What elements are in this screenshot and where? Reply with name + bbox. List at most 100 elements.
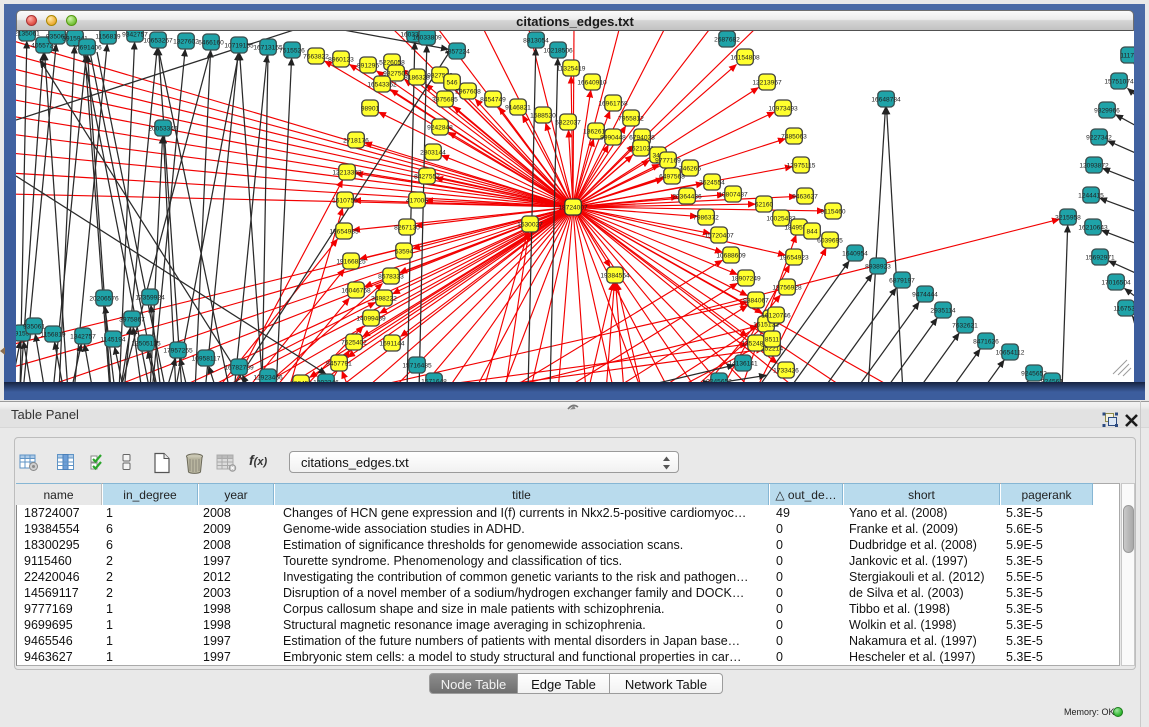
svg-text:19384554: 19384554 (600, 272, 630, 279)
svg-text:10719155: 10719155 (224, 42, 254, 49)
svg-text:16640910: 16640910 (577, 79, 607, 86)
svg-text:2687682: 2687682 (714, 36, 740, 43)
svg-text:19166825: 19166825 (336, 258, 366, 265)
svg-text:12923466: 12923466 (253, 374, 283, 381)
svg-text:10654112: 10654112 (996, 349, 1025, 356)
svg-text:7485063: 7485063 (781, 133, 807, 140)
svg-text:12505135: 12505135 (131, 340, 161, 347)
svg-text:746266: 746266 (679, 165, 701, 172)
svg-text:15692971: 15692971 (1085, 254, 1115, 261)
svg-text:6039695: 6039695 (817, 237, 843, 244)
svg-text:8427552: 8427552 (414, 173, 440, 180)
svg-text:3624554: 3624554 (699, 179, 725, 186)
svg-text:16033809: 16033809 (412, 34, 442, 41)
svg-text:11325419: 11325419 (557, 65, 586, 72)
svg-text:16648784: 16648784 (871, 96, 901, 103)
svg-text:1292346: 1292346 (313, 379, 339, 382)
svg-text:7663822: 7663822 (303, 53, 329, 60)
svg-text:8813054: 8813054 (523, 37, 549, 44)
svg-text:1244415: 1244415 (1078, 192, 1104, 199)
svg-text:19654985: 19654985 (329, 228, 359, 235)
svg-text:9227342: 9227342 (1086, 134, 1112, 141)
svg-text:928450: 928450 (290, 380, 312, 382)
svg-text:10973493: 10973493 (768, 105, 798, 112)
svg-text:8267130: 8267130 (394, 224, 420, 231)
svg-text:6879197: 6879197 (889, 277, 915, 284)
svg-text:3975867: 3975867 (119, 316, 145, 323)
svg-text:16782759: 16782759 (224, 364, 254, 371)
svg-text:12213967: 12213967 (752, 79, 782, 86)
svg-text:1342757: 1342757 (70, 333, 96, 340)
svg-text:16120746: 16120746 (761, 312, 791, 319)
svg-text:9457791: 9457791 (326, 360, 352, 367)
svg-text:7625402: 7625402 (341, 339, 367, 346)
svg-text:6466160: 6466160 (198, 39, 224, 46)
svg-text:8578333: 8578333 (378, 273, 404, 280)
svg-text:7515526: 7515526 (279, 47, 305, 54)
svg-text:15720407: 15720407 (704, 232, 734, 239)
svg-text:844: 844 (806, 228, 817, 235)
svg-text:10218506: 10218506 (543, 47, 573, 54)
svg-text:98901: 98901 (361, 105, 380, 112)
svg-text:9474444: 9474444 (912, 291, 938, 298)
svg-text:6497568: 6497568 (659, 173, 685, 180)
svg-text:62160: 62160 (755, 201, 774, 208)
svg-text:1571648: 1571648 (421, 378, 447, 382)
svg-text:546: 546 (446, 79, 457, 86)
svg-text:16046758: 16046758 (341, 287, 371, 294)
svg-text:1733426: 1733426 (773, 367, 799, 374)
svg-text:17957255: 17957255 (163, 347, 193, 354)
svg-text:1167534: 1167534 (1113, 305, 1134, 312)
svg-text:417006: 417006 (406, 197, 428, 204)
svg-text:19654923: 19654923 (779, 254, 809, 261)
svg-text:10688609: 10688609 (716, 252, 746, 259)
svg-text:15751074: 15751074 (1104, 78, 1134, 85)
svg-text:1156819: 1156819 (40, 331, 66, 338)
svg-text:12093872: 12093872 (1079, 162, 1109, 169)
svg-text:2935114: 2935114 (930, 307, 956, 314)
svg-text:1156819: 1156819 (95, 33, 121, 40)
svg-text:9777169: 9777169 (655, 157, 681, 164)
svg-text:3498222: 3498222 (371, 295, 397, 302)
svg-text:1588520: 1588520 (530, 112, 556, 119)
svg-text:8454749: 8454749 (480, 96, 506, 103)
svg-text:53594: 53594 (395, 248, 414, 255)
svg-text:10807487: 10807487 (718, 191, 748, 198)
svg-text:9384067: 9384067 (743, 297, 769, 304)
svg-text:7632621: 7632621 (952, 322, 978, 329)
svg-text:9329966: 9329966 (1094, 107, 1120, 114)
svg-text:9242848: 9242848 (427, 124, 453, 131)
svg-text:16154808: 16154808 (730, 54, 760, 61)
svg-text:10958117: 10958117 (192, 355, 221, 362)
svg-text:1640954: 1640954 (842, 250, 868, 257)
svg-text:8960123: 8960123 (328, 56, 354, 63)
svg-text:20691406: 20691406 (72, 44, 102, 51)
svg-text:9463627: 9463627 (792, 193, 818, 200)
svg-text:7955812: 7955812 (618, 115, 644, 122)
svg-text:20364436: 20364436 (672, 193, 702, 200)
svg-text:924561: 924561 (1041, 378, 1063, 382)
svg-text:3875685: 3875685 (432, 96, 458, 103)
svg-text:3215958: 3215958 (1055, 214, 1081, 221)
svg-text:16210643: 16210643 (1078, 224, 1108, 231)
svg-text:20206576: 20206576 (89, 295, 119, 302)
svg-text:7857224: 7857224 (444, 48, 470, 55)
svg-text:14099489: 14099489 (356, 315, 386, 322)
svg-text:12213363: 12213363 (332, 169, 362, 176)
svg-text:11173: 11173 (1120, 52, 1134, 59)
svg-text:8938923: 8938923 (865, 263, 891, 270)
svg-text:18907249: 18907249 (731, 275, 761, 282)
svg-text:10653267: 10653267 (143, 37, 173, 44)
svg-text:17359924: 17359924 (135, 294, 165, 301)
svg-text:12975115: 12975115 (787, 162, 816, 169)
svg-text:8990448: 8990448 (600, 134, 626, 141)
svg-text:9245652: 9245652 (706, 378, 732, 382)
svg-text:14136141: 14136141 (728, 360, 758, 367)
svg-text:1327602: 1327602 (173, 38, 199, 45)
svg-text:18724007: 18724007 (558, 204, 588, 211)
svg-text:1530027: 1530027 (517, 221, 543, 228)
svg-text:935061: 935061 (23, 323, 45, 330)
svg-text:1610755: 1610755 (332, 197, 358, 204)
svg-text:891295: 891295 (357, 62, 379, 69)
svg-text:7986372: 7986372 (693, 214, 719, 221)
